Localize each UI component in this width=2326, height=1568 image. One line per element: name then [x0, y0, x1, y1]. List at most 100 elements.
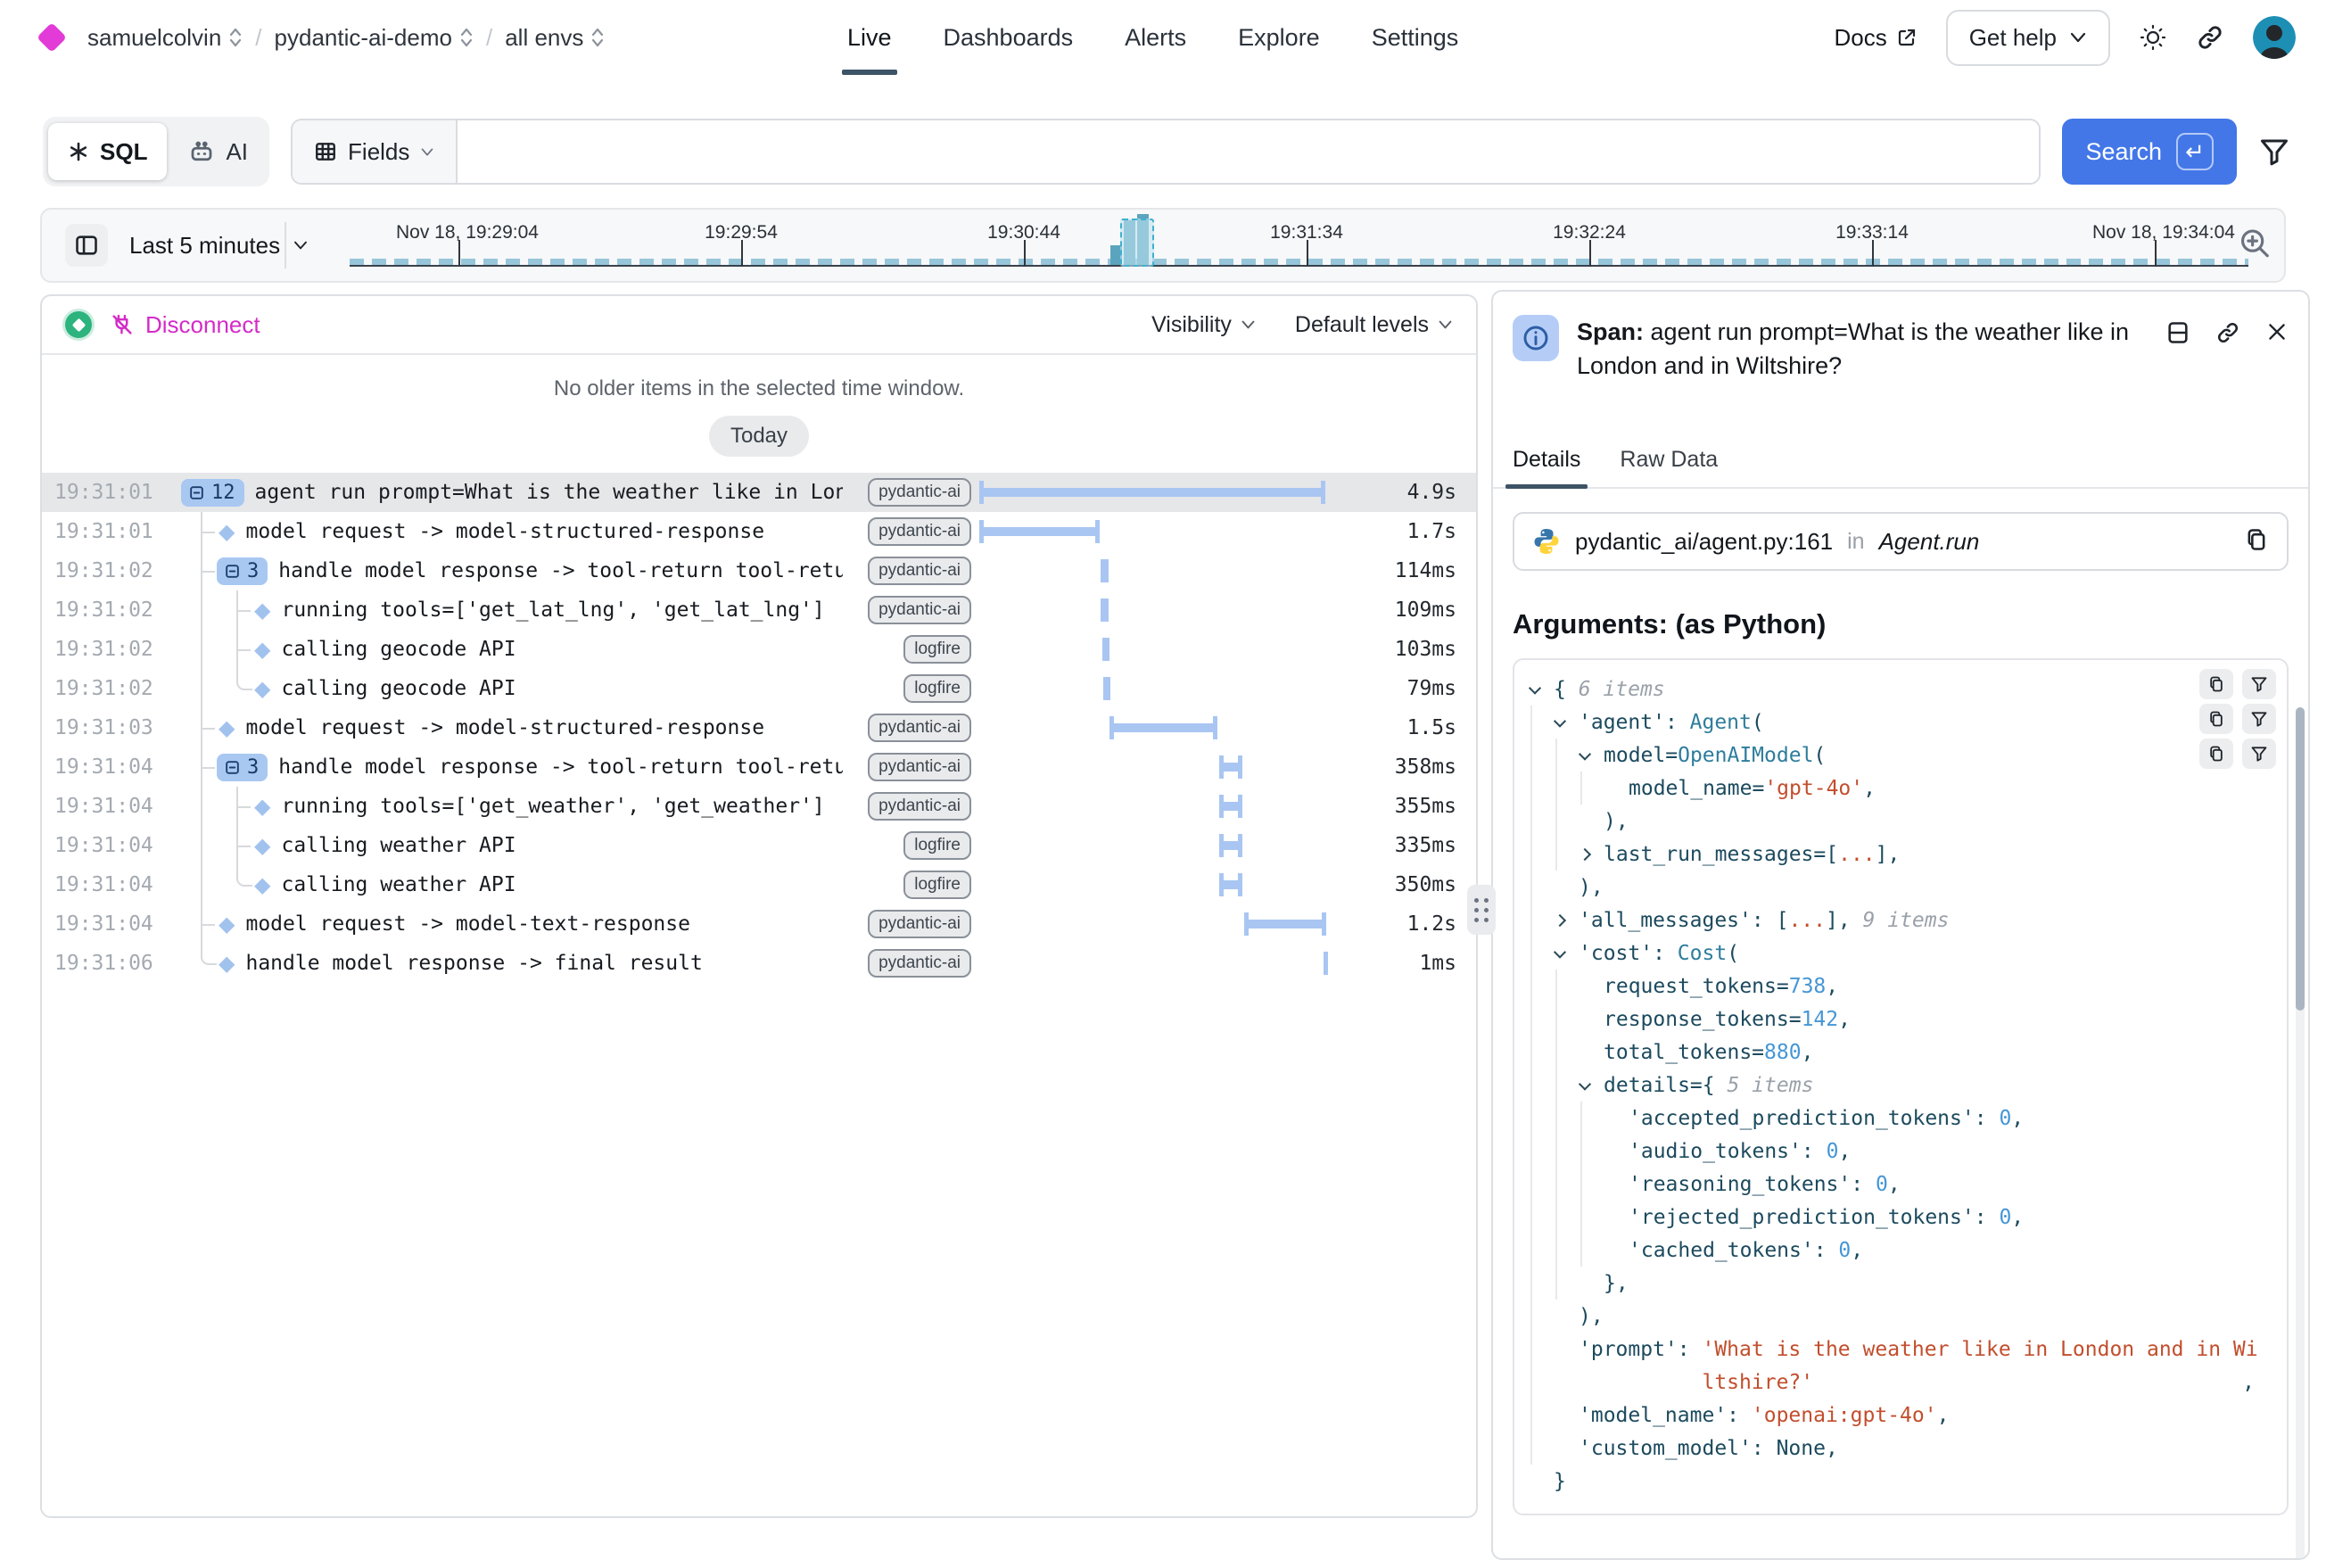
collapse-caret-icon[interactable] [1529, 681, 1541, 694]
trace-row[interactable]: 19:31:023handle model response -> tool-r… [42, 551, 1476, 590]
collapse-caret-icon[interactable] [1579, 1077, 1591, 1090]
indent-guide [1580, 1135, 1605, 1168]
ai-mode-button[interactable]: AI [172, 123, 264, 180]
get-help-button[interactable]: Get help [1946, 10, 2110, 66]
scope-tag[interactable]: logfire [903, 831, 971, 860]
visibility-dropdown[interactable]: Visibility [1151, 312, 1256, 338]
default-levels-label: Default levels [1295, 312, 1429, 338]
scope-tag[interactable]: pydantic-ai [868, 596, 971, 624]
scope-tag[interactable]: pydantic-ai [868, 792, 971, 821]
tab-details[interactable]: Details [1513, 447, 1580, 487]
breadcrumb-env[interactable]: all envs [505, 24, 605, 52]
trace-row[interactable]: 19:31:03◆model request -> model-structur… [42, 708, 1476, 747]
scope-tag[interactable]: pydantic-ai [868, 753, 971, 781]
disconnect-button[interactable]: Disconnect [110, 311, 260, 339]
trace-row[interactable]: 19:31:0112agent run prompt=What is the w… [42, 473, 1476, 512]
collapse-caret-icon[interactable] [1554, 945, 1566, 958]
search-button[interactable]: Search ↵ [2062, 119, 2237, 185]
scope-tag[interactable]: pydantic-ai [868, 517, 971, 546]
indent-guide [1530, 1366, 1555, 1399]
share-link-button[interactable] [2196, 23, 2224, 52]
scope-tag[interactable]: pydantic-ai [868, 949, 971, 978]
filter-button[interactable] [2258, 136, 2290, 168]
trace-row[interactable]: 19:31:01◆model request -> model-structur… [42, 512, 1476, 551]
timeline-selection[interactable] [1120, 219, 1154, 267]
scope-tag[interactable]: logfire [903, 674, 971, 703]
copy-source-button[interactable] [2244, 527, 2269, 557]
trace-row[interactable]: 19:31:06◆handle model response -> final … [42, 944, 1476, 983]
scrollbar-thumb[interactable] [2296, 707, 2305, 1011]
collapse-caret-icon[interactable] [1579, 747, 1591, 760]
indent-guide [1530, 1135, 1555, 1168]
duration-bar [1219, 873, 1242, 896]
theme-toggle-button[interactable] [2139, 23, 2167, 52]
tab-settings[interactable]: Settings [1372, 0, 1459, 75]
search-input[interactable] [458, 120, 2039, 183]
copy-value-button[interactable] [2199, 739, 2233, 769]
filter-value-button[interactable] [2242, 669, 2276, 699]
source-file-link[interactable]: pydantic_ai/agent.py:161 [1575, 528, 1833, 556]
toggle-sidebar-button[interactable] [65, 224, 108, 267]
copy-value-button[interactable] [2199, 669, 2233, 699]
expand-caret-icon[interactable] [1579, 847, 1591, 860]
trace-row[interactable]: 19:31:02◆running tools=['get_lat_lng', '… [42, 590, 1476, 630]
panel-resize-handle[interactable] [1467, 885, 1496, 935]
trace-row[interactable]: 19:31:043handle model response -> tool-r… [42, 747, 1476, 787]
fields-dropdown[interactable]: Fields [293, 120, 458, 183]
link-icon[interactable] [2215, 320, 2240, 345]
split-panel-icon[interactable] [2165, 320, 2190, 345]
scope-tag[interactable]: pydantic-ai [868, 557, 971, 585]
logfire-logo-icon[interactable] [37, 22, 67, 53]
breadcrumb-org[interactable]: samuelcolvin [87, 24, 243, 52]
collapse-toggle[interactable]: 3 [217, 557, 268, 585]
trace-row[interactable]: 19:31:04◆running tools=['get_weather', '… [42, 787, 1476, 826]
indent-guide [1530, 1036, 1555, 1069]
trace-row[interactable]: 19:31:04◆model request -> model-text-res… [42, 904, 1476, 944]
tab-dashboards[interactable]: Dashboards [944, 0, 1074, 75]
code-token: { [1554, 678, 1579, 701]
indent-guide [1530, 1432, 1555, 1465]
avatar[interactable] [2253, 16, 2296, 59]
today-badge[interactable]: Today [709, 416, 809, 457]
row-tag-cell: logfire [843, 635, 977, 664]
collapse-toggle[interactable]: 3 [217, 754, 268, 781]
collapse-caret-icon[interactable] [1554, 714, 1566, 727]
docs-link[interactable]: Docs [1834, 24, 1917, 52]
tab-raw-data[interactable]: Raw Data [1620, 447, 1718, 487]
breadcrumb-project[interactable]: pydantic-ai-demo [275, 24, 474, 52]
search-row: SQL AI Fields Search ↵ [43, 117, 2290, 186]
tab-alerts[interactable]: Alerts [1125, 0, 1186, 75]
code-token [1579, 1371, 1702, 1394]
trace-row[interactable]: 19:31:04◆calling weather APIlogfire350ms [42, 865, 1476, 904]
default-levels-dropdown[interactable]: Default levels [1295, 312, 1453, 338]
expand-caret-icon[interactable] [1554, 913, 1566, 926]
timeline-tick [1024, 240, 1026, 267]
code-line: }, [1530, 1267, 2278, 1300]
tab-explore[interactable]: Explore [1238, 0, 1320, 75]
copy-value-button[interactable] [2199, 704, 2233, 734]
filter-value-button[interactable] [2242, 704, 2276, 734]
grid-icon [314, 140, 337, 163]
trace-row[interactable]: 19:31:02◆calling geocode APIlogfire79ms [42, 669, 1476, 708]
sql-mode-button[interactable]: SQL [48, 123, 167, 180]
close-icon[interactable] [2265, 320, 2289, 343]
scope-tag[interactable]: logfire [903, 871, 971, 899]
code-token: ), [1579, 876, 1604, 899]
trace-row[interactable]: 19:31:02◆calling geocode APIlogfire103ms [42, 630, 1476, 669]
span-kind-label: Span: [1577, 318, 1644, 345]
zoom-in-button[interactable] [2238, 227, 2272, 265]
span-details-panel: Span: agent run prompt=What is the weath… [1491, 290, 2310, 1560]
scope-tag[interactable]: logfire [903, 635, 971, 664]
tree-connector [217, 826, 252, 865]
tab-live[interactable]: Live [847, 0, 892, 75]
collapse-toggle[interactable]: 12 [181, 479, 244, 507]
time-range-dropdown[interactable]: Last 5 minutes [129, 232, 309, 260]
selector-icon [228, 26, 243, 49]
scope-tag[interactable]: pydantic-ai [868, 478, 971, 507]
code-token: , [1802, 1041, 1814, 1064]
scope-tag[interactable]: pydantic-ai [868, 714, 971, 742]
filter-value-button[interactable] [2242, 739, 2276, 769]
trace-row[interactable]: 19:31:04◆calling weather APIlogfire335ms [42, 826, 1476, 865]
scope-tag[interactable]: pydantic-ai [868, 910, 971, 938]
duration-bar [1324, 952, 1328, 975]
